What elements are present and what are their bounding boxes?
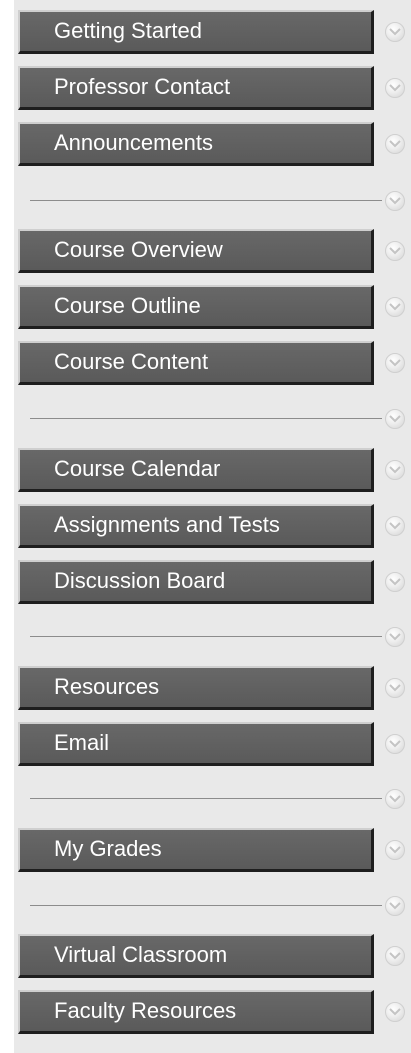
chevron-down-icon[interactable] bbox=[385, 191, 405, 211]
chevron-down-icon[interactable] bbox=[385, 241, 405, 261]
menu-separator bbox=[14, 895, 411, 925]
chevron-down-icon[interactable] bbox=[385, 734, 405, 754]
my-grades-button[interactable]: My Grades bbox=[18, 828, 374, 872]
chevron-down-icon[interactable] bbox=[385, 946, 405, 966]
menu-item-course-calendar: Course Calendar bbox=[14, 442, 411, 492]
chevron-down-icon[interactable] bbox=[385, 627, 405, 647]
email-button[interactable]: Email bbox=[18, 722, 374, 766]
separator-line bbox=[30, 905, 382, 906]
menu-item-professor-contact: Professor Contact bbox=[14, 60, 411, 110]
chevron-down-icon[interactable] bbox=[385, 840, 405, 860]
separator-line bbox=[30, 636, 382, 637]
chevron-down-icon[interactable] bbox=[385, 134, 405, 154]
menu-item-virtual-classroom: Virtual Classroom bbox=[14, 928, 411, 978]
chevron-down-icon[interactable] bbox=[385, 1002, 405, 1022]
course-overview-button[interactable]: Course Overview bbox=[18, 229, 374, 273]
resources-button[interactable]: Resources bbox=[18, 666, 374, 710]
menu-separator bbox=[14, 190, 411, 220]
menu-separator bbox=[14, 626, 411, 656]
discussion-board-button[interactable]: Discussion Board bbox=[18, 560, 374, 604]
chevron-down-icon[interactable] bbox=[385, 460, 405, 480]
announcements-button[interactable]: Announcements bbox=[18, 122, 374, 166]
chevron-down-icon[interactable] bbox=[385, 896, 405, 916]
menu-item-assignments-and-tests: Assignments and Tests bbox=[14, 498, 411, 548]
assignments-and-tests-button[interactable]: Assignments and Tests bbox=[18, 504, 374, 548]
professor-contact-button[interactable]: Professor Contact bbox=[18, 66, 374, 110]
menu-item-discussion-board: Discussion Board bbox=[14, 554, 411, 604]
menu-item-course-content: Course Content bbox=[14, 335, 411, 385]
menu-separator bbox=[14, 408, 411, 438]
faculty-resources-button[interactable]: Faculty Resources bbox=[18, 990, 374, 1034]
menu-item-email: Email bbox=[14, 716, 411, 766]
course-content-button[interactable]: Course Content bbox=[18, 341, 374, 385]
separator-line bbox=[30, 798, 382, 799]
separator-line bbox=[30, 200, 382, 201]
menu-item-my-grades: My Grades bbox=[14, 822, 411, 872]
course-calendar-button[interactable]: Course Calendar bbox=[18, 448, 374, 492]
menu-item-getting-started: Getting Started bbox=[14, 4, 411, 54]
chevron-down-icon[interactable] bbox=[385, 22, 405, 42]
course-navigation-menu: Getting Started Professor Contact Announ… bbox=[14, 0, 411, 1053]
course-outline-button[interactable]: Course Outline bbox=[18, 285, 374, 329]
chevron-down-icon[interactable] bbox=[385, 516, 405, 536]
menu-item-course-overview: Course Overview bbox=[14, 223, 411, 273]
chevron-down-icon[interactable] bbox=[385, 78, 405, 98]
menu-item-faculty-resources: Faculty Resources bbox=[14, 984, 411, 1034]
menu-item-announcements: Announcements bbox=[14, 116, 411, 166]
chevron-down-icon[interactable] bbox=[385, 789, 405, 809]
virtual-classroom-button[interactable]: Virtual Classroom bbox=[18, 934, 374, 978]
separator-line bbox=[30, 418, 382, 419]
getting-started-button[interactable]: Getting Started bbox=[18, 10, 374, 54]
menu-separator bbox=[14, 788, 411, 818]
menu-item-resources: Resources bbox=[14, 660, 411, 710]
menu-item-course-outline: Course Outline bbox=[14, 279, 411, 329]
chevron-down-icon[interactable] bbox=[385, 353, 405, 373]
chevron-down-icon[interactable] bbox=[385, 297, 405, 317]
chevron-down-icon[interactable] bbox=[385, 409, 405, 429]
chevron-down-icon[interactable] bbox=[385, 572, 405, 592]
chevron-down-icon[interactable] bbox=[385, 678, 405, 698]
